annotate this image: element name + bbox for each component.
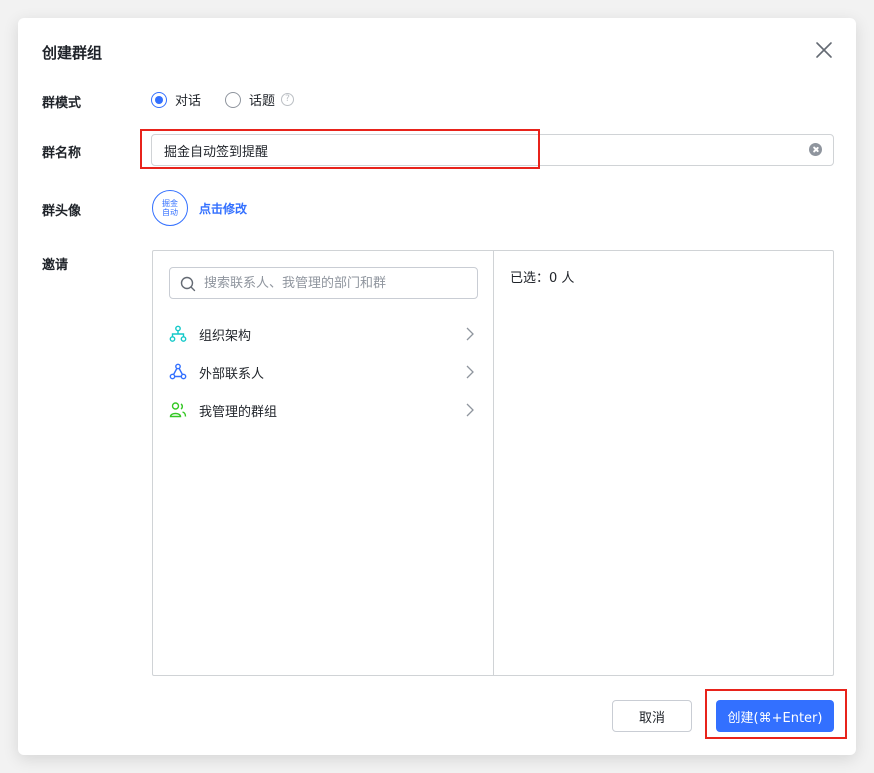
create-group-dialog: 创建群组 群模式 对话 话题 ? 群名称 群头像 掘金 自动 点击修改 邀请	[18, 18, 856, 755]
invite-source-pane: 组织架构 外部联系人	[153, 251, 494, 675]
contact-search-input[interactable]	[204, 268, 464, 298]
create-button[interactable]: 创建(⌘+Enter)	[716, 700, 834, 732]
chevron-right-icon	[466, 365, 474, 379]
nav-item-label: 外部联系人	[199, 366, 265, 382]
mode-label: 群模式	[42, 96, 82, 111]
avatar-text-line1: 掘金	[162, 199, 178, 208]
close-icon[interactable]	[814, 40, 834, 60]
invite-source-list: 组织架构 外部联系人 我管理的群组	[153, 315, 493, 429]
selected-pane: 已选：0 人	[495, 251, 833, 675]
invite-panel: 组织架构 外部联系人	[152, 250, 834, 676]
edit-avatar-link[interactable]: 点击修改	[199, 200, 247, 217]
group-name-input[interactable]	[164, 135, 794, 165]
mode-radio-group: 对话 话题 ?	[151, 90, 295, 109]
clear-circle-icon[interactable]	[809, 143, 822, 156]
dialog-title: 创建群组	[42, 44, 103, 62]
mode-option-label: 话题	[249, 94, 276, 109]
selected-count: 已选：0 人	[510, 271, 575, 286]
radio-checked-icon	[151, 91, 167, 108]
external-contacts-icon	[169, 363, 187, 380]
mode-radio-dialog[interactable]: 对话	[151, 90, 201, 109]
nav-item-managed-groups[interactable]: 我管理的群组	[153, 391, 493, 429]
group-name-field[interactable]	[151, 134, 834, 166]
name-label: 群名称	[42, 146, 82, 161]
question-circle-icon[interactable]: ?	[281, 93, 295, 106]
mode-option-label: 对话	[175, 94, 202, 109]
invite-label: 邀请	[42, 258, 69, 273]
nav-item-org-chart[interactable]: 组织架构	[153, 315, 493, 353]
mode-radio-topic[interactable]: 话题	[225, 90, 275, 109]
managed-groups-icon	[169, 402, 187, 418]
chevron-right-icon	[466, 403, 474, 417]
search-icon	[180, 276, 196, 292]
nav-item-external-contacts[interactable]: 外部联系人	[153, 353, 493, 391]
chevron-right-icon	[466, 327, 474, 341]
nav-item-label: 我管理的群组	[199, 404, 278, 420]
org-chart-icon	[169, 325, 187, 342]
cancel-button[interactable]: 取消	[612, 700, 692, 732]
avatar-label: 群头像	[42, 204, 82, 219]
avatar-text-line2: 自动	[162, 208, 178, 217]
contact-search-box[interactable]	[169, 267, 478, 299]
group-avatar[interactable]: 掘金 自动	[152, 190, 188, 226]
nav-item-label: 组织架构	[199, 328, 252, 344]
radio-unchecked-icon	[225, 91, 242, 108]
